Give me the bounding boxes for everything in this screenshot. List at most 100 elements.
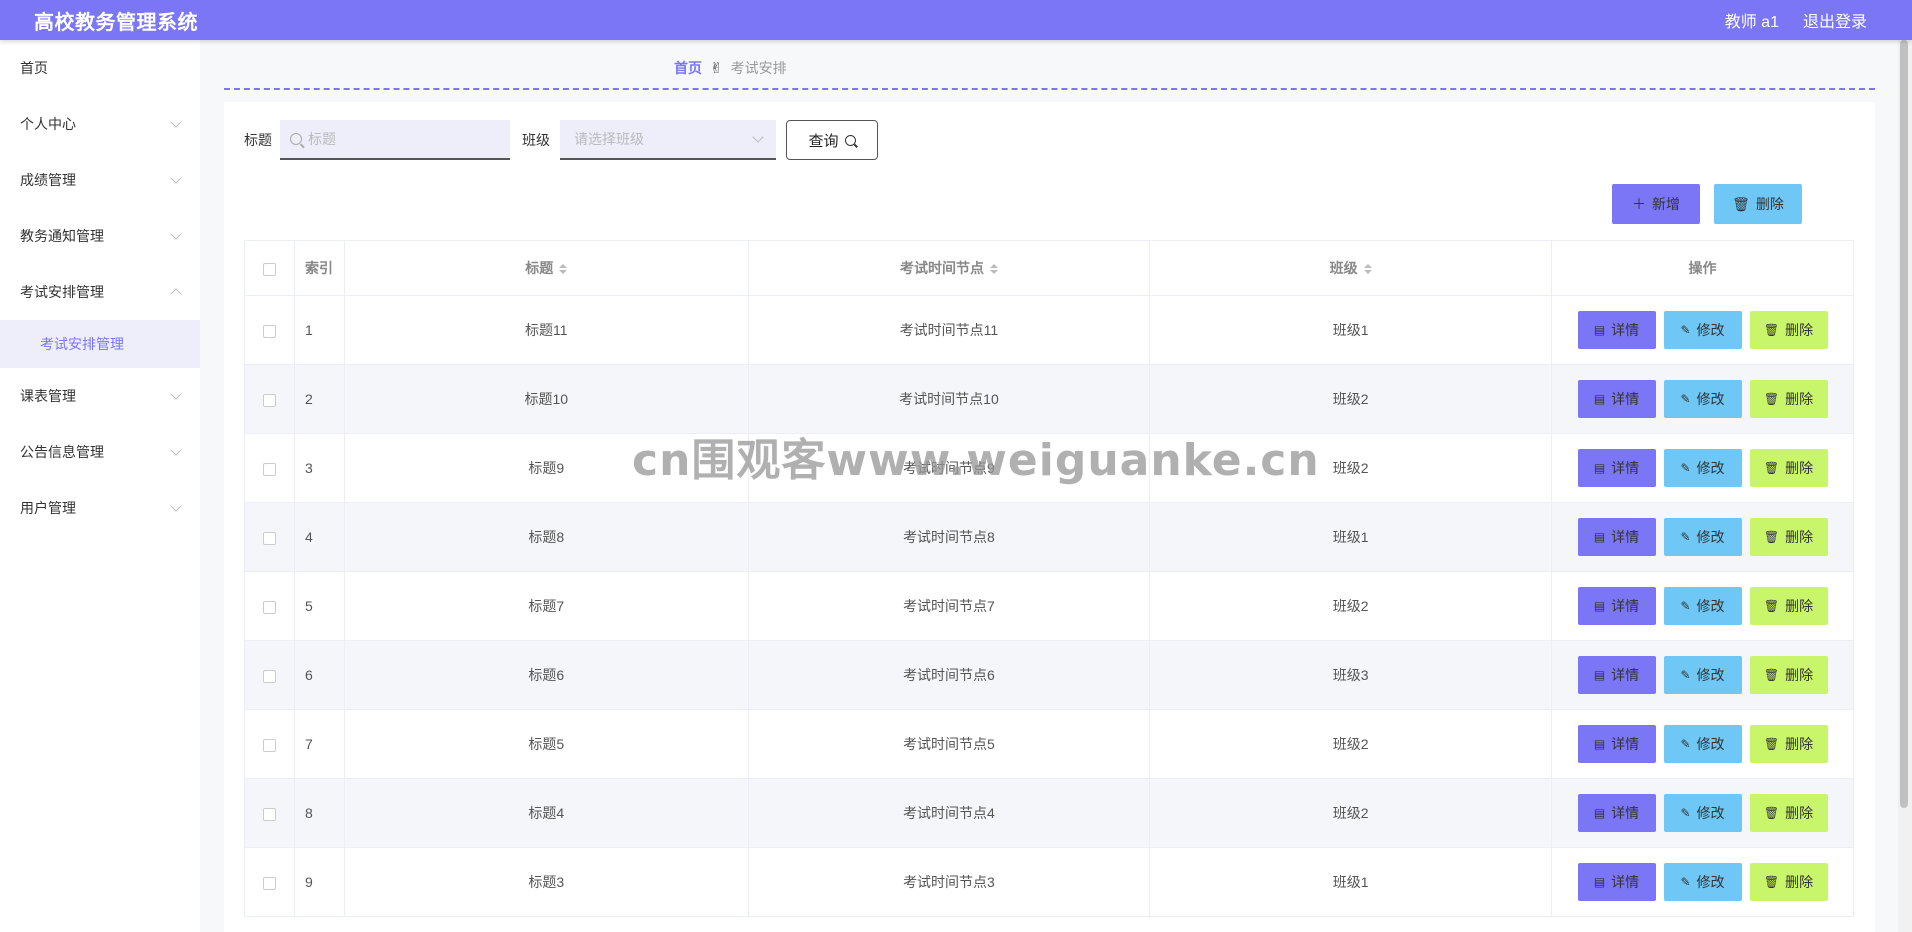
sidebar-item-exam-schedule[interactable]: 考试安排管理 [0, 264, 200, 320]
edit-button[interactable]: ✎ 修改 [1663, 863, 1742, 901]
delete-button[interactable]: 🗑 删除 [1749, 311, 1828, 349]
sort-icon[interactable] [1363, 264, 1372, 275]
batch-delete-button[interactable]: 🗑 删除 [1714, 184, 1802, 224]
row-checkbox[interactable] [262, 324, 276, 338]
header-time[interactable]: 考试时间节点 [747, 240, 1151, 296]
row-checkbox[interactable] [262, 600, 276, 614]
trash-icon: 🗑 [1763, 599, 1780, 613]
row-check-cell[interactable] [244, 640, 295, 710]
trash-icon: 🗑 [1763, 323, 1780, 337]
row-check-cell[interactable] [244, 571, 295, 641]
detail-button[interactable]: ▤ 详情 [1577, 311, 1656, 349]
detail-label: 详情 [1611, 874, 1640, 890]
edit-button[interactable]: ✎ 修改 [1663, 587, 1742, 625]
delete-button[interactable]: 🗑 删除 [1749, 863, 1828, 901]
row-checkbox[interactable] [262, 807, 276, 821]
title-search-input[interactable]: 标题 [280, 120, 510, 160]
sidebar-item-academic-notices[interactable]: 教务通知管理 [0, 208, 200, 264]
detail-button[interactable]: ▤ 详情 [1577, 863, 1656, 901]
row-checkbox[interactable] [262, 462, 276, 476]
table-row: 9 标题3 考试时间节点3 班级1 ▤ 详情 ✎ 修改 🗑 删除 [244, 847, 1854, 917]
row-checkbox[interactable] [262, 738, 276, 752]
row-check-cell[interactable] [244, 433, 295, 503]
edit-button[interactable]: ✎ 修改 [1663, 794, 1742, 832]
row-check-cell[interactable] [244, 709, 295, 779]
sidebar-item-home[interactable]: 首页 [0, 40, 200, 96]
row-class: 班级2 [1149, 571, 1552, 641]
edit-button[interactable]: ✎ 修改 [1663, 725, 1742, 763]
row-check-cell[interactable] [244, 364, 295, 434]
row-class: 班级2 [1149, 709, 1552, 779]
class-select[interactable]: 请选择班级 [560, 120, 776, 160]
sidebar-subitem-exam-schedule[interactable]: 考试安排管理 [0, 320, 200, 368]
query-button[interactable]: 查询 [786, 120, 878, 160]
detail-label: 详情 [1611, 391, 1640, 407]
edit-button[interactable]: ✎ 修改 [1663, 656, 1742, 694]
row-checkbox[interactable] [262, 393, 276, 407]
header-title[interactable]: 标题 [343, 240, 749, 296]
delete-button[interactable]: 🗑 删除 [1749, 449, 1828, 487]
edit-button[interactable]: ✎ 修改 [1663, 449, 1742, 487]
table-row: 1 标题11 考试时间节点11 班级1 ▤ 详情 ✎ 修改 🗑 删除 [244, 295, 1854, 365]
detail-button[interactable]: ▤ 详情 [1577, 380, 1656, 418]
sort-icon[interactable] [559, 264, 568, 275]
detail-button[interactable]: ▤ 详情 [1577, 794, 1656, 832]
detail-button[interactable]: ▤ 详情 [1577, 656, 1656, 694]
delete-button[interactable]: 🗑 删除 [1749, 587, 1828, 625]
sidebar-item-label: 考试安排管理 [20, 284, 104, 300]
detail-button[interactable]: ▤ 详情 [1577, 725, 1656, 763]
sidebar-item-announcements[interactable]: 公告信息管理 [0, 424, 200, 480]
document-icon: ▤ [1593, 461, 1606, 475]
sort-icon[interactable] [989, 264, 998, 275]
row-time: 考试时间节点6 [747, 640, 1151, 710]
header-class[interactable]: 班级 [1149, 240, 1552, 296]
query-label: 查询 [808, 132, 839, 150]
sidebar: 首页 个人中心 成绩管理 教务通知管理 考试安排管理 考试安排管理 课表管理 公… [0, 40, 200, 932]
trash-icon: 🗑 [1763, 668, 1780, 682]
logout-link[interactable]: 退出登录 [1803, 8, 1867, 32]
sidebar-item-timetable[interactable]: 课表管理 [0, 368, 200, 424]
row-check-cell[interactable] [244, 502, 295, 572]
scrollbar-thumb[interactable] [1900, 40, 1908, 808]
sidebar-item-users[interactable]: 用户管理 [0, 480, 200, 536]
row-check-cell[interactable] [244, 778, 295, 848]
delete-button[interactable]: 🗑 删除 [1749, 725, 1828, 763]
row-time: 考试时间节点11 [747, 295, 1151, 365]
detail-button[interactable]: ▤ 详情 [1577, 587, 1656, 625]
row-index: 9 [293, 847, 345, 917]
row-checkbox[interactable] [262, 669, 276, 683]
row-class: 班级1 [1149, 847, 1552, 917]
document-icon: ▤ [1593, 668, 1606, 682]
row-title: 标题11 [343, 295, 749, 365]
header-check[interactable] [244, 240, 295, 296]
row-check-cell[interactable] [244, 295, 295, 365]
document-icon: ▤ [1593, 806, 1606, 820]
sidebar-item-grades[interactable]: 成绩管理 [0, 152, 200, 208]
edit-button[interactable]: ✎ 修改 [1663, 311, 1742, 349]
row-checkbox[interactable] [262, 876, 276, 890]
delete-button[interactable]: 🗑 删除 [1749, 380, 1828, 418]
delete-button[interactable]: 🗑 删除 [1749, 794, 1828, 832]
detail-button[interactable]: ▤ 详情 [1577, 449, 1656, 487]
edit-button[interactable]: ✎ 修改 [1663, 518, 1742, 556]
delete-button[interactable]: 🗑 删除 [1749, 656, 1828, 694]
sidebar-item-label: 教务通知管理 [20, 228, 104, 244]
table-row: 6 标题6 考试时间节点6 班级3 ▤ 详情 ✎ 修改 🗑 删除 [244, 640, 1854, 710]
sidebar-item-label: 首页 [20, 60, 48, 76]
edit-button[interactable]: ✎ 修改 [1663, 380, 1742, 418]
sidebar-item-personal-center[interactable]: 个人中心 [0, 96, 200, 152]
breadcrumb-home[interactable]: 首页 [674, 58, 702, 78]
row-ops: ▤ 详情 ✎ 修改 🗑 删除 [1551, 295, 1854, 365]
search-icon [844, 134, 856, 146]
select-all-checkbox[interactable] [262, 262, 276, 276]
detail-button[interactable]: ▤ 详情 [1577, 518, 1656, 556]
document-icon: ▤ [1593, 737, 1606, 751]
row-index: 4 [293, 502, 345, 572]
delete-button[interactable]: 🗑 删除 [1749, 518, 1828, 556]
edit-label: 修改 [1696, 667, 1725, 683]
edit-label: 修改 [1696, 805, 1725, 821]
add-button[interactable]: ＋ 新增 [1612, 184, 1700, 224]
detail-label: 详情 [1611, 598, 1640, 614]
row-checkbox[interactable] [262, 531, 276, 545]
row-check-cell[interactable] [244, 847, 295, 917]
